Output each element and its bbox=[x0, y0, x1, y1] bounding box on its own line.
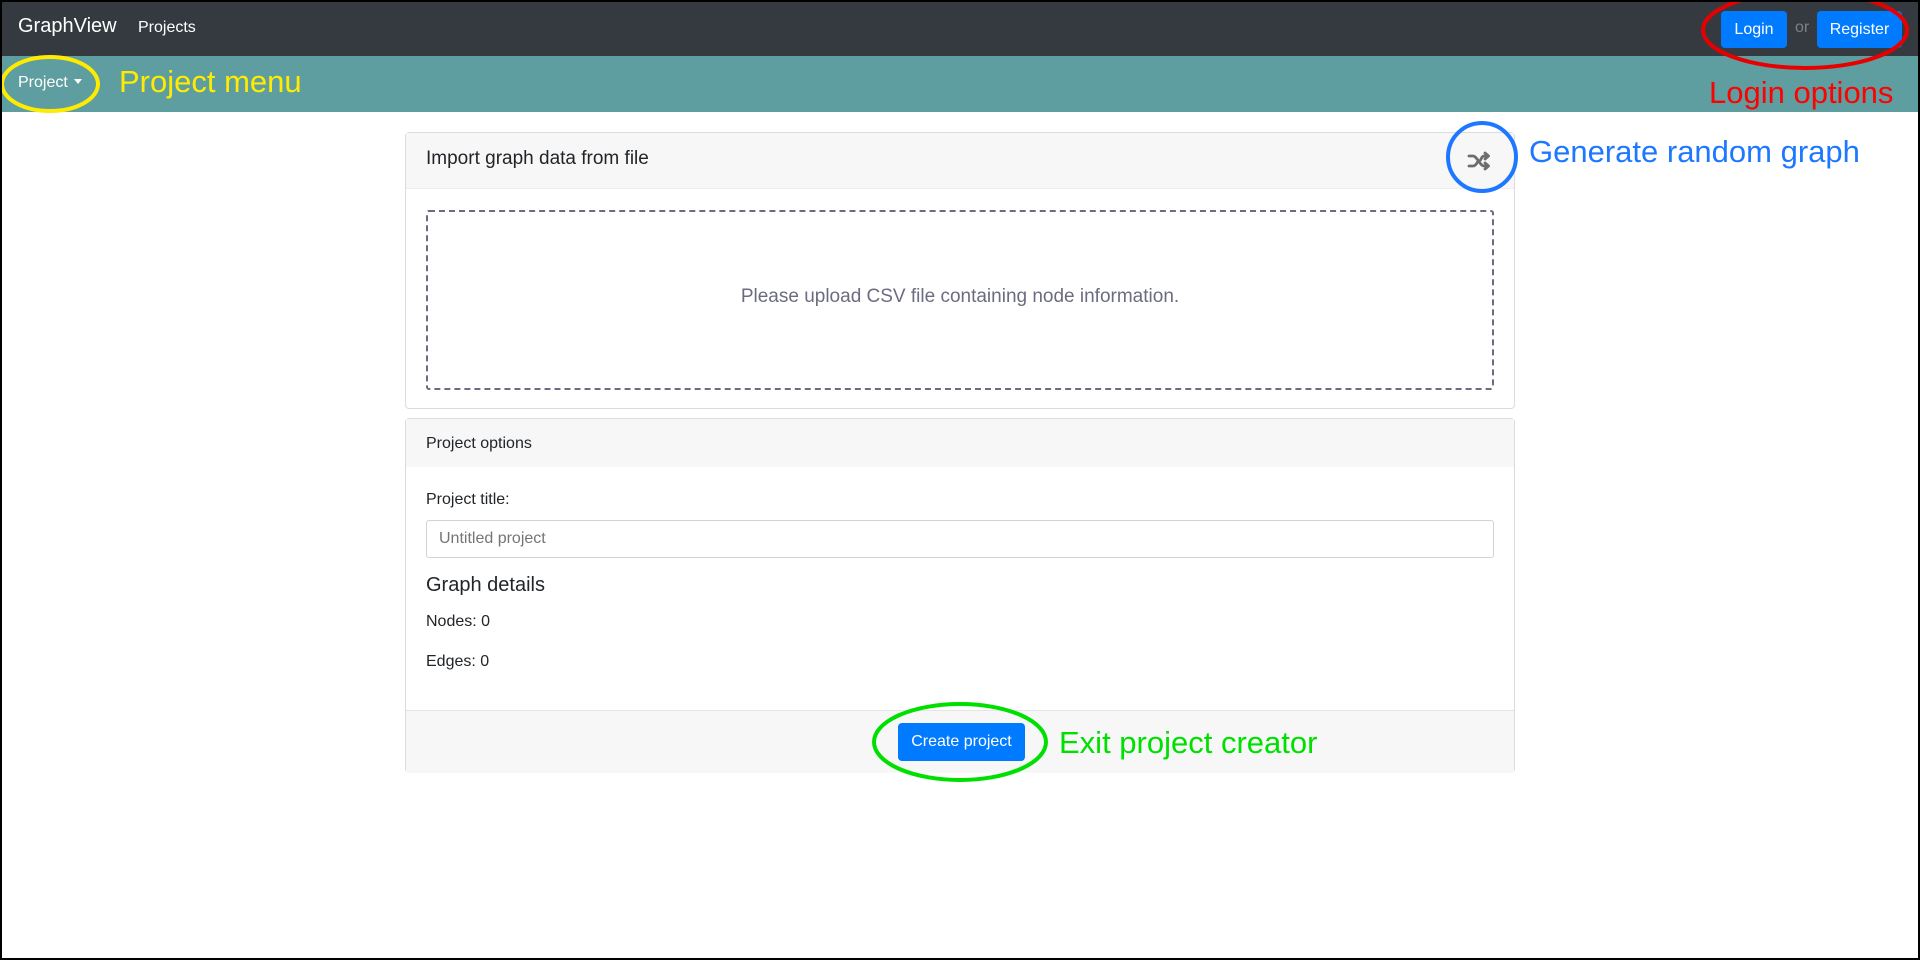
csv-dropzone[interactable]: Please upload CSV file containing node i… bbox=[426, 210, 1494, 390]
dropzone-text: Please upload CSV file containing node i… bbox=[740, 286, 1180, 307]
import-card: Import graph data from file Please uploa… bbox=[405, 132, 1515, 409]
annotation-project-menu: Project menu bbox=[119, 64, 302, 99]
project-title-input[interactable] bbox=[426, 520, 1494, 558]
register-button[interactable]: Register bbox=[1817, 11, 1902, 48]
project-menu-dropdown[interactable]: Project bbox=[18, 74, 82, 92]
project-title-label: Project title: bbox=[426, 491, 510, 508]
annotation-login-options: Login options bbox=[1709, 75, 1894, 110]
graph-details-heading: Graph details bbox=[426, 574, 545, 596]
brand-logo[interactable]: GraphView bbox=[18, 15, 117, 38]
caret-down-icon bbox=[73, 79, 82, 84]
project-menu-label: Project bbox=[18, 74, 68, 91]
create-project-button[interactable]: Create project bbox=[898, 723, 1025, 761]
nav-projects-link[interactable]: Projects bbox=[138, 19, 196, 37]
shuffle-icon[interactable] bbox=[1464, 146, 1494, 176]
top-navbar: GraphView Projects Login or Register bbox=[0, 0, 1920, 56]
import-card-header: Import graph data from file bbox=[406, 133, 1514, 189]
project-options-card: Project options Project title: Graph det… bbox=[405, 418, 1515, 773]
options-card-footer: Create project bbox=[406, 710, 1514, 773]
login-button[interactable]: Login bbox=[1721, 11, 1787, 48]
options-card-header: Project options bbox=[406, 419, 1514, 467]
or-text: or bbox=[1795, 19, 1810, 36]
nodes-count: Nodes: 0 bbox=[426, 613, 491, 630]
annotation-exit-project-creator: Exit project creator bbox=[1059, 725, 1318, 760]
options-card-title: Project options bbox=[426, 435, 532, 452]
edges-count: Edges: 0 bbox=[426, 653, 490, 670]
import-card-title: Import graph data from file bbox=[426, 148, 649, 169]
annotation-generate-random-graph: Generate random graph bbox=[1529, 134, 1860, 169]
